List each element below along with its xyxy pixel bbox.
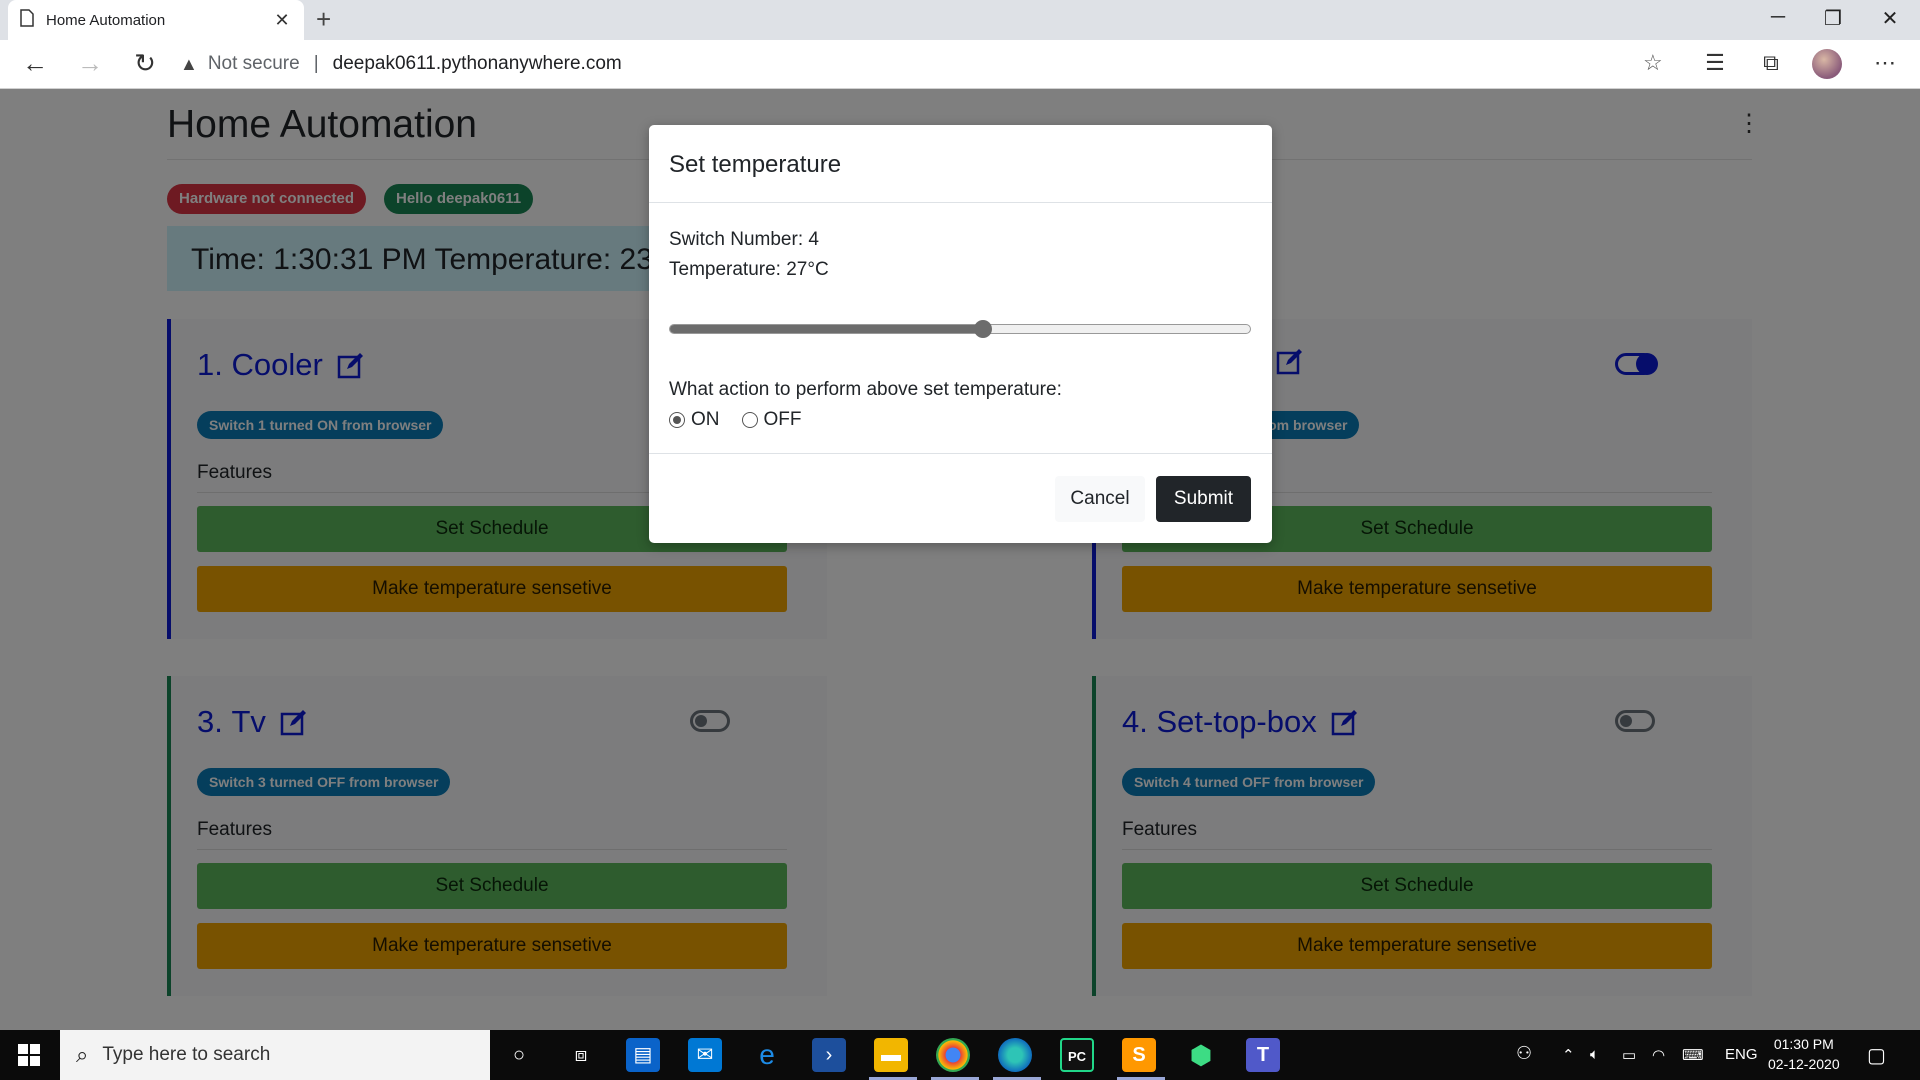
modal-title: Set temperature — [649, 125, 1272, 203]
taskbar-clock[interactable]: 01:30 PM 02-12-2020 — [1768, 1034, 1840, 1074]
sublime-icon[interactable]: S — [1122, 1038, 1156, 1072]
profile-avatar[interactable] — [1812, 49, 1842, 79]
keyboard-icon[interactable]: ⌨ — [1682, 1046, 1704, 1064]
slider-thumb[interactable] — [974, 320, 993, 338]
teams-icon[interactable]: T — [1246, 1038, 1280, 1072]
radio-off[interactable] — [741, 412, 758, 428]
show-hidden-icons-icon[interactable]: ⌃ — [1562, 1046, 1575, 1064]
url-separator: | — [313, 53, 319, 74]
powershell-icon[interactable]: › — [812, 1038, 846, 1072]
browser-tab[interactable]: Home Automation ✕ — [8, 0, 304, 40]
back-icon[interactable]: ← — [17, 48, 53, 79]
refresh-icon[interactable]: ↻ — [127, 48, 163, 79]
cancel-button[interactable]: Cancel — [1055, 476, 1145, 522]
volume-icon[interactable]: 🔈︎ — [1590, 1046, 1599, 1063]
browser-tab-bar: Home Automation ✕ + ─ ❐ ✕ — [0, 0, 1920, 40]
task-view-icon[interactable]: ⧈ — [564, 1038, 598, 1072]
url-text: deepak0611.pythonanywhere.com — [332, 53, 622, 74]
forward-icon[interactable]: → — [72, 48, 108, 79]
pycharm-icon[interactable]: PC — [1060, 1038, 1094, 1072]
temperature-text: Temperature: 27°C — [669, 259, 829, 280]
android-studio-icon[interactable]: ⬢ — [1184, 1038, 1218, 1072]
mail-icon[interactable]: ✉ — [688, 1038, 722, 1072]
address-bar-row: ← → ↻ ▲ Not secure | deepak0611.pythonan… — [0, 40, 1920, 89]
internet-explorer-icon[interactable]: e — [750, 1038, 784, 1072]
favorites-icon[interactable]: ☰ — [1698, 50, 1732, 76]
favorite-star-icon[interactable]: ☆ — [1643, 50, 1663, 76]
radio-off-label: OFF — [763, 409, 802, 430]
taskbar-search[interactable]: ⌕ Type here to search — [60, 1030, 490, 1080]
address-input[interactable]: ▲ Not secure | deepak0611.pythonanywhere… — [180, 46, 1680, 82]
switch-number-text: Switch Number: 4 — [669, 229, 819, 250]
search-placeholder: Type here to search — [102, 1044, 271, 1065]
search-icon: ⌕ — [76, 1042, 89, 1067]
close-window-icon[interactable]: ✕ — [1870, 6, 1910, 31]
tab-close-icon[interactable]: ✕ — [272, 10, 292, 31]
more-options-icon[interactable]: ⋯ — [1868, 50, 1902, 76]
minimize-icon[interactable]: ─ — [1758, 6, 1798, 29]
clock-date: 02-12-2020 — [1768, 1056, 1840, 1072]
divider — [649, 453, 1272, 454]
restore-icon[interactable]: ❐ — [1813, 6, 1853, 31]
slider-fill — [670, 325, 984, 333]
file-explorer-icon[interactable]: ▬ — [874, 1038, 908, 1072]
cortana-icon[interactable]: ○ — [502, 1038, 536, 1072]
new-tab-button[interactable]: + — [316, 4, 331, 35]
wifi-icon[interactable]: ◠ — [1652, 1046, 1665, 1064]
radio-on-label: ON — [691, 409, 720, 430]
clock-time: 01:30 PM — [1773, 1036, 1834, 1052]
not-secure-label: Not secure — [207, 53, 300, 74]
radio-on[interactable] — [669, 412, 685, 428]
collections-icon[interactable]: ⧉ — [1754, 50, 1788, 76]
set-temperature-modal: Set temperature Switch Number: 4 Tempera… — [649, 125, 1272, 543]
edge-icon[interactable] — [998, 1038, 1032, 1072]
notifications-icon[interactable]: ▢ — [1867, 1043, 1886, 1068]
page-icon — [20, 9, 34, 31]
windows-start-icon[interactable] — [18, 1044, 40, 1066]
temperature-slider[interactable] — [669, 324, 1251, 334]
tab-title: Home Automation — [46, 11, 166, 29]
store-icon[interactable]: ▤ — [626, 1038, 660, 1072]
action-question: What action to perform above set tempera… — [669, 379, 1062, 400]
battery-icon[interactable]: ▭ — [1622, 1046, 1636, 1064]
windows-taskbar: ⌕ Type here to search ○ ⧈ ▤ ✉ e › ▬ PC S… — [0, 1030, 1920, 1080]
language-indicator[interactable]: ENG — [1725, 1046, 1758, 1063]
submit-button[interactable]: Submit — [1156, 476, 1251, 522]
chrome-icon[interactable] — [936, 1038, 970, 1072]
action-radio-group: ON OFF — [669, 409, 824, 431]
people-icon[interactable]: ⚇ — [1516, 1043, 1532, 1064]
warning-icon: ▲ — [180, 53, 198, 74]
